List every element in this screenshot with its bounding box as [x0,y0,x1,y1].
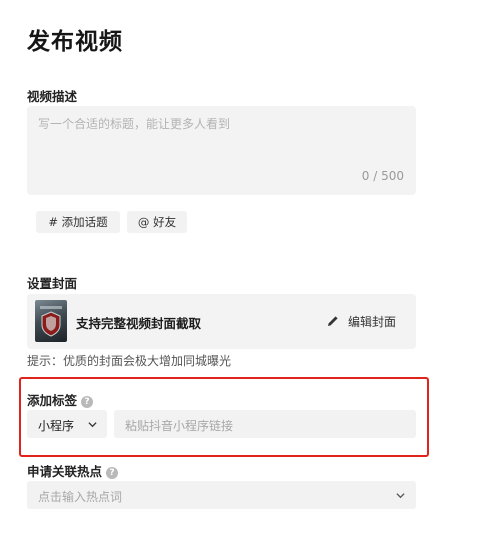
cover-hint: 提示：优质的封面会极大增加同城曝光 [27,354,232,368]
add-tag-label: 添加标签 [27,393,78,408]
hot-topic-label-row: 申请关联热点? [27,461,119,480]
cover-thumbnail-image [40,306,62,337]
cover-thumbnail [35,300,67,342]
description-placeholder: 写一个合适的标题，能让更多人看到 [38,117,231,131]
mini-program-link-input[interactable]: 粘贴抖音小程序链接 [114,410,416,438]
mention-friend-button[interactable]: @ 好友 [127,211,187,233]
chevron-down-icon [88,422,97,428]
add-topic-button[interactable]: # 添加话题 [36,211,120,233]
add-tag-label-row: 添加标签? [27,390,94,409]
page-title: 发布视频 [27,29,123,55]
edit-cover-label: 编辑封面 [347,315,396,329]
hot-topic-placeholder: 点击输入热点词 [38,490,123,504]
help-icon[interactable]: ? [106,466,119,479]
character-counter: 0 / 500 [361,169,404,183]
cover-card[interactable]: 支持完整视频封面截取 编辑封面 [27,294,416,349]
hot-topic-select[interactable]: 点击输入热点词 [27,481,416,509]
video-description-label: 视频描述 [27,89,78,104]
set-cover-label: 设置封面 [27,276,78,291]
chevron-down-icon [396,493,405,499]
help-icon[interactable]: ? [81,395,94,408]
pencil-icon [327,316,338,326]
tag-type-value: 小程序 [38,419,75,433]
video-description-textarea[interactable]: 写一个合适的标题，能让更多人看到 0 / 500 [27,106,416,195]
cover-card-text: 支持完整视频封面截取 [76,316,202,331]
edit-cover-button[interactable]: 编辑封面 [327,313,396,330]
link-placeholder: 粘贴抖音小程序链接 [125,419,234,433]
hot-topic-label: 申请关联热点 [27,464,103,479]
tag-type-select[interactable]: 小程序 [27,410,107,438]
